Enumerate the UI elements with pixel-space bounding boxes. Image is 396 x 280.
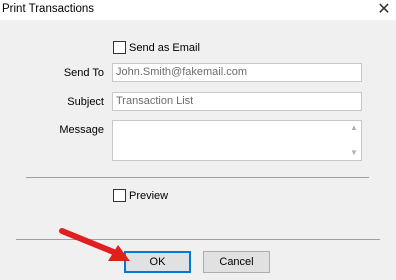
divider xyxy=(26,177,369,178)
red-arrow-icon xyxy=(59,228,130,261)
send-as-email-label: Send as Email xyxy=(129,41,200,54)
subject-field[interactable]: Transaction List xyxy=(112,92,362,111)
subject-label: Subject xyxy=(67,96,104,108)
message-field[interactable]: ▲ ▼ xyxy=(112,120,362,161)
send-to-field[interactable]: John.Smith@fakemail.com xyxy=(112,63,362,82)
message-scrollbar[interactable]: ▲ ▼ xyxy=(349,123,359,158)
send-as-email-checkbox[interactable] xyxy=(113,41,126,54)
preview-label: Preview xyxy=(129,189,169,202)
close-icon[interactable]: ✕ xyxy=(376,1,392,17)
cancel-button[interactable]: Cancel xyxy=(203,251,270,273)
window-title: Print Transactions xyxy=(2,3,95,15)
message-label: Message xyxy=(59,124,104,136)
title-bar: Print Transactions ✕ xyxy=(0,0,396,20)
send-to-label: Send To xyxy=(63,67,104,79)
scroll-up-icon[interactable]: ▲ xyxy=(349,123,359,133)
send-as-email-checkbox-row[interactable]: Send as Email xyxy=(113,41,200,54)
preview-checkbox-row[interactable]: Preview xyxy=(113,189,168,202)
scroll-down-icon[interactable]: ▼ xyxy=(349,148,359,158)
preview-checkbox[interactable] xyxy=(113,189,126,202)
